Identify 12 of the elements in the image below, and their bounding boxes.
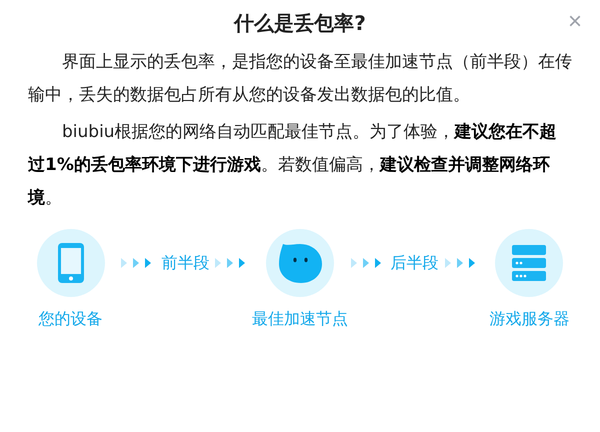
node-label: 您的设备 [38, 309, 103, 330]
close-button[interactable]: × [564, 10, 586, 34]
segment-label: 前半段 [161, 252, 210, 274]
server-icon [512, 245, 546, 281]
node-label: 游戏服务器 [489, 309, 570, 330]
segment-label: 后半段 [390, 252, 439, 274]
dialog-title: 什么是丢包率? [234, 10, 366, 36]
mascot-icon [276, 242, 323, 284]
node-label: 最佳加速节点 [252, 309, 348, 330]
paragraph: 界面上显示的丢包率，是指您的设备至最佳加速节点（前半段）在传输中，丢失的数据包占所有从您的设备发出数据包的比值。 [28, 51, 572, 107]
paragraph: biubiu根据您的网络自动匹配最佳节点。为了体验，建议您在不超过1%的丢包率环境下进行游戏。若数值偏高，建议检查并调整网络环境。 [28, 121, 558, 210]
phone-icon [58, 243, 84, 283]
